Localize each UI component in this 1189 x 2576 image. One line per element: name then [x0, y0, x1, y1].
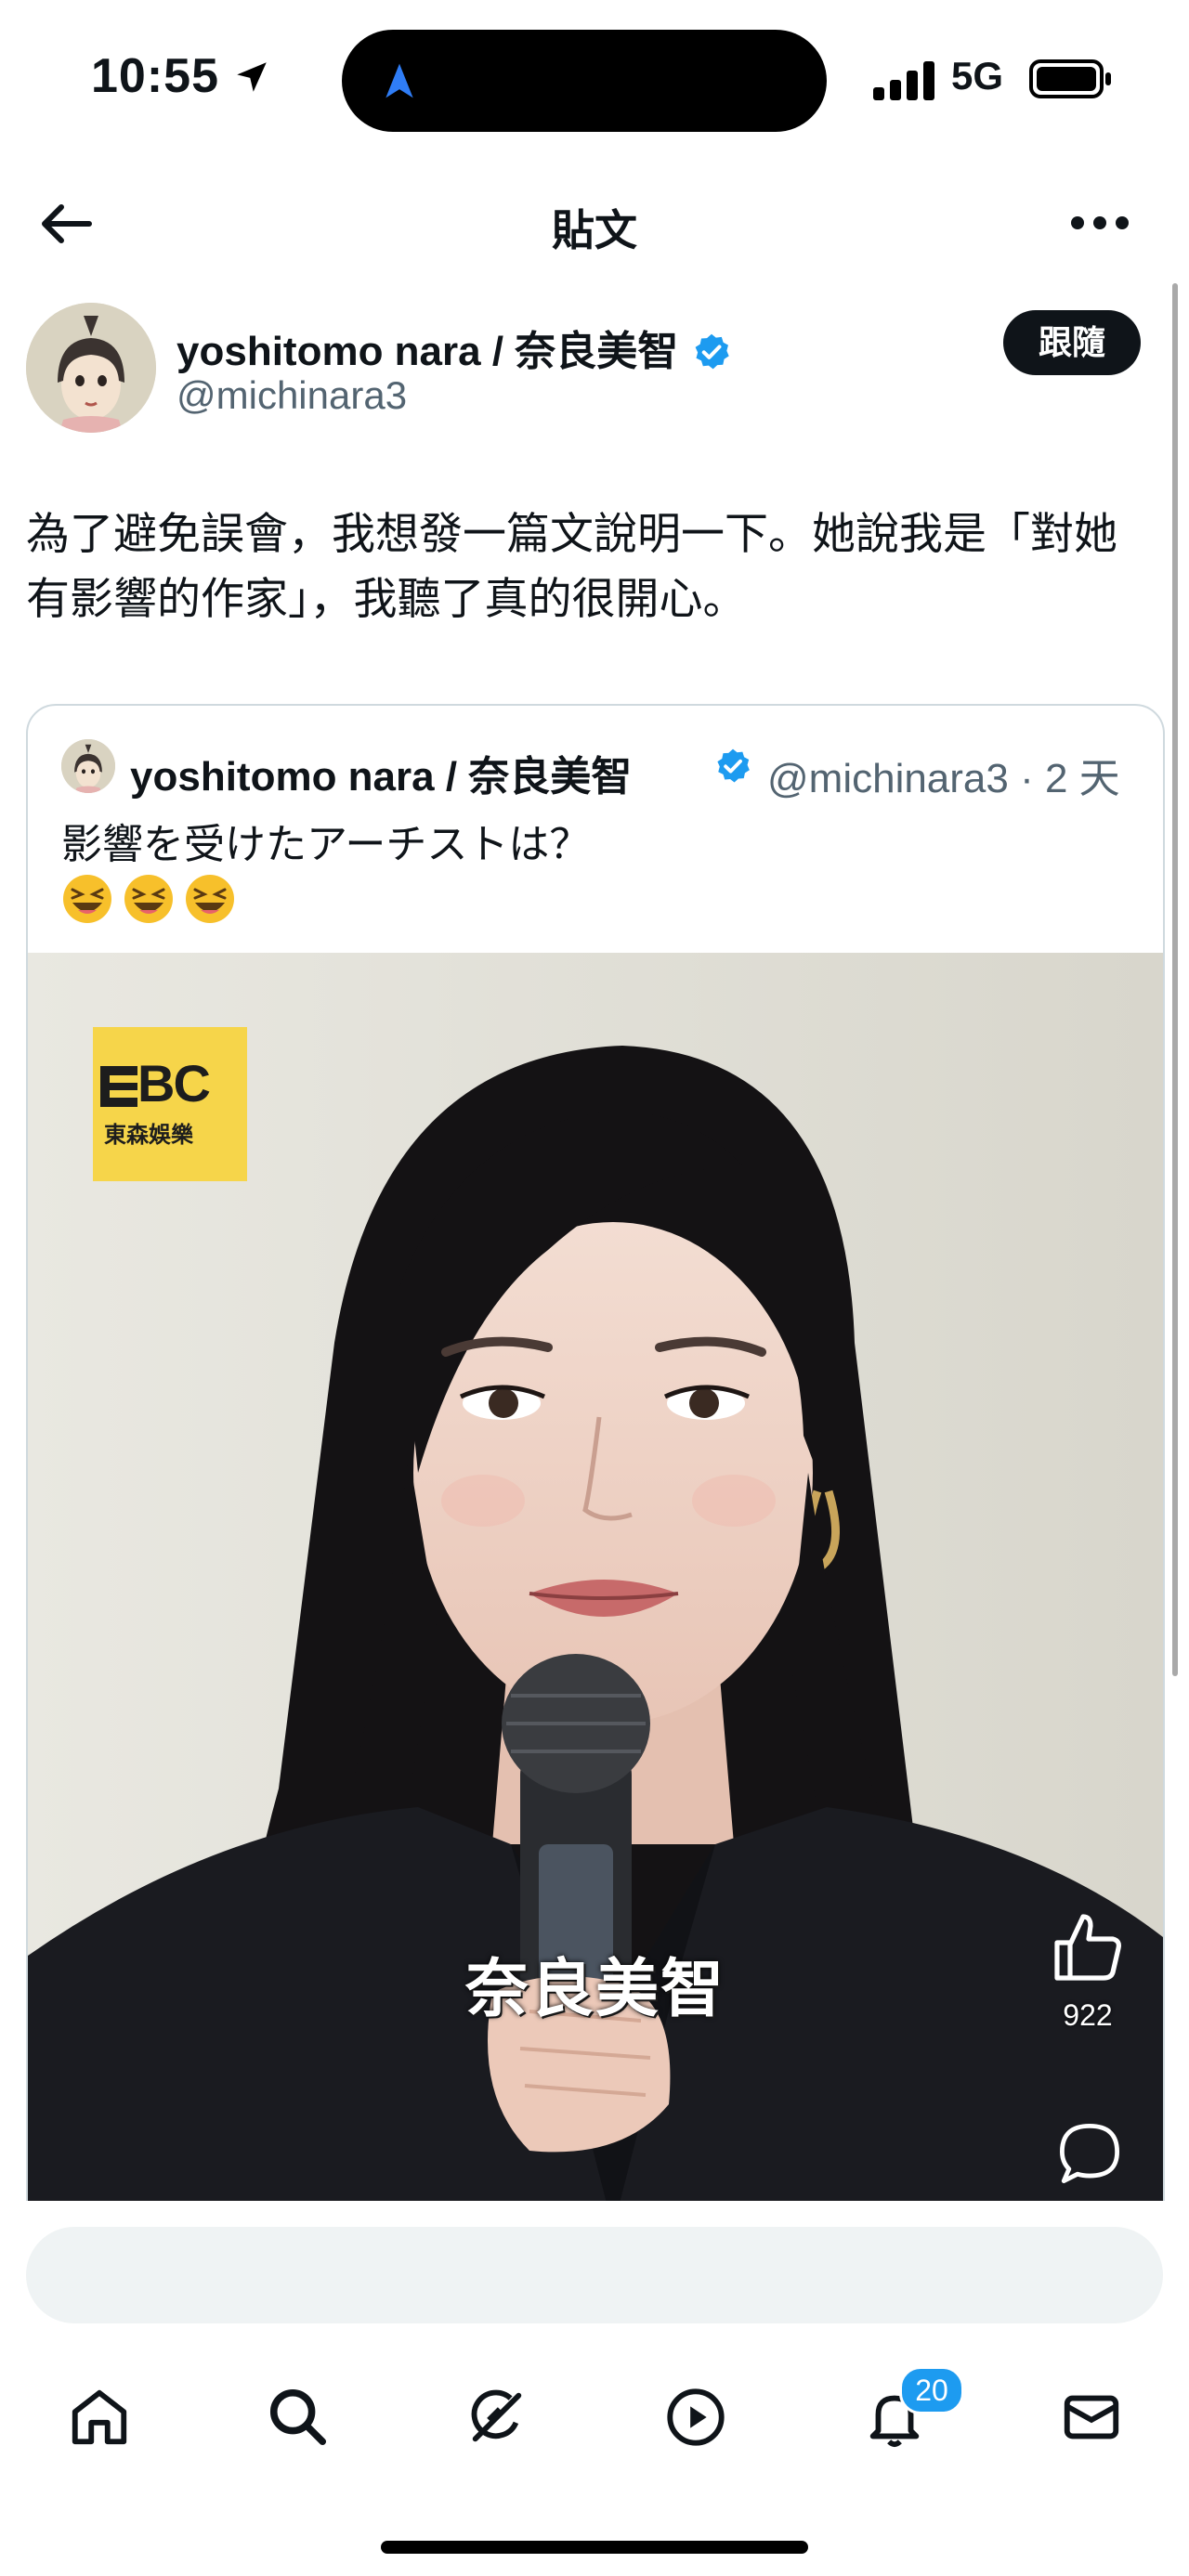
like-count: 922 [1063, 1998, 1113, 2032]
logo-text: BC [100, 1053, 211, 1113]
reply-area [0, 2201, 1189, 2323]
follow-button[interactable]: 跟隨 [1003, 310, 1141, 375]
home-icon [72, 2389, 127, 2445]
laughing-emoji-icon [124, 875, 173, 923]
signal-icon [873, 61, 934, 100]
post-text: 為了避免誤會，我想發一篇文說明一下。她說我是「對她有影響的作家」，我聽了真的很開… [26, 509, 1117, 623]
status-time: 10:55 [91, 49, 219, 103]
channel-logo: BC 東森娛樂 [93, 1027, 247, 1181]
logo-e-mark [100, 1066, 137, 1107]
play-icon [667, 2388, 725, 2446]
laughing-emoji-icon [63, 875, 111, 923]
quoted-post[interactable]: yoshitomo nara / 奈良美智 @michinara3 · 2 天 … [26, 704, 1165, 2231]
tab-video[interactable] [654, 2375, 738, 2459]
quoted-verified-badge-icon [717, 748, 750, 783]
more-icon[interactable] [1070, 214, 1130, 232]
tab-messages[interactable] [1050, 2375, 1133, 2459]
laughing-emoji-icon [186, 875, 234, 923]
status-bar: 10:55 5G [0, 0, 1189, 158]
navigation-arrow-icon [385, 63, 413, 98]
notification-badge: 20 [899, 2366, 964, 2414]
tab-grok[interactable] [455, 2375, 539, 2459]
page-title: 貼文 [552, 206, 637, 254]
quoted-avatar-illustration [61, 739, 115, 793]
quoted-text: 影響を受けたアーチストは？ [61, 822, 591, 867]
tab-notifications[interactable]: 20 [853, 2366, 964, 2459]
battery-icon [1029, 59, 1111, 98]
quoted-display-name: yoshitomo nara / 奈良美智 [130, 754, 633, 800]
quoted-avatar [61, 739, 115, 793]
grok-icon [471, 2389, 522, 2442]
search-icon [269, 2388, 327, 2446]
verified-badge-icon [695, 333, 729, 370]
author-name-text: yoshitomo nara / 奈良美智 [176, 329, 679, 374]
avatar-illustration [26, 303, 156, 433]
video-player[interactable]: BC 東森娛樂 奈良美智 922 [28, 953, 1163, 2229]
reply-input[interactable] [26, 2227, 1163, 2323]
nav-bar: 貼文 [0, 176, 1189, 269]
network-label: 5G [951, 54, 1004, 98]
comment-icon[interactable] [1055, 2119, 1124, 2188]
location-arrow-icon [237, 62, 267, 92]
post-author: yoshitomo nara / 奈良美智 @michinara3 跟隨 [0, 297, 1189, 436]
tab-home[interactable] [58, 2375, 141, 2459]
emoji-row [61, 873, 245, 930]
quoted-meta: @michinara3 · 2 天 [767, 756, 1120, 801]
author-handle[interactable]: @michinara3 [176, 373, 407, 418]
author-display-name[interactable]: yoshitomo nara / 奈良美智 [176, 318, 732, 377]
dynamic-island [342, 30, 827, 132]
scroll-indicator[interactable] [1172, 283, 1178, 1676]
home-indicator [381, 2541, 808, 2554]
logo-subtext: 東森娛樂 [104, 1123, 193, 1148]
video-subtitle: 奈良美智 [464, 1954, 725, 2024]
tab-bar: 20 [0, 2359, 1189, 2470]
messages-icon [1064, 2395, 1119, 2439]
tab-search[interactable] [256, 2375, 340, 2459]
logo-letters: BC [137, 1054, 211, 1112]
avatar[interactable] [26, 303, 156, 433]
thumbs-up-icon[interactable] [1050, 1909, 1124, 1984]
